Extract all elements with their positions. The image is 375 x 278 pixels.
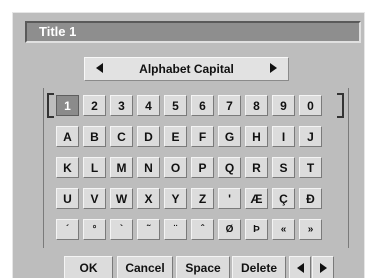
key-r4-c2[interactable]: V (83, 188, 106, 209)
key-r1-c8[interactable]: 8 (245, 95, 268, 116)
cancel-button[interactable]: Cancel (117, 256, 173, 278)
key-r3-c3[interactable]: M (110, 157, 133, 178)
delete-button-label: Delete (240, 260, 278, 275)
key-r1-c10[interactable]: 0 (299, 95, 322, 116)
key-r2-c5[interactable]: E (164, 126, 187, 147)
cursor-right-button[interactable] (312, 256, 334, 278)
key-r1-c9[interactable]: 9 (272, 95, 295, 116)
mode-next-icon[interactable] (270, 63, 277, 73)
key-r2-c2[interactable]: B (83, 126, 106, 147)
key-r5-c8[interactable]: Þ (245, 219, 268, 240)
key-r3-c5[interactable]: O (164, 157, 187, 178)
key-r2-c7[interactable]: G (218, 126, 241, 147)
key-r5-c3[interactable]: ` (110, 219, 133, 240)
title-input-value: Title 1 (39, 24, 77, 39)
key-r3-c1[interactable]: K (56, 157, 79, 178)
ok-button[interactable]: OK (64, 256, 113, 278)
key-r4-c8[interactable]: Æ (245, 188, 268, 209)
key-r5-c1[interactable]: ´ (56, 219, 79, 240)
key-r3-c2[interactable]: L (83, 157, 106, 178)
key-r2-c9[interactable]: I (272, 126, 295, 147)
key-r5-c7[interactable]: Ø (218, 219, 241, 240)
key-r2-c6[interactable]: F (191, 126, 214, 147)
key-r5-c9[interactable]: « (272, 219, 295, 240)
key-r1-c6[interactable]: 6 (191, 95, 214, 116)
key-r5-c5[interactable]: ¨ (164, 219, 187, 240)
key-r3-c7[interactable]: Q (218, 157, 241, 178)
key-r3-c9[interactable]: S (272, 157, 295, 178)
key-r4-c7[interactable]: ' (218, 188, 241, 209)
key-r4-c6[interactable]: Z (191, 188, 214, 209)
key-r1-c7[interactable]: 7 (218, 95, 241, 116)
space-button[interactable]: Space (176, 256, 230, 278)
cancel-button-label: Cancel (125, 260, 165, 275)
key-r4-c9[interactable]: Ç (272, 188, 295, 209)
key-r4-c5[interactable]: Y (164, 188, 187, 209)
selection-bracket-right (337, 93, 344, 118)
key-r3-c6[interactable]: P (191, 157, 214, 178)
selection-bracket-left (47, 93, 54, 118)
key-r4-c4[interactable]: X (137, 188, 160, 209)
title-input-field[interactable]: Title 1 (25, 21, 361, 43)
key-r3-c8[interactable]: R (245, 157, 268, 178)
key-r2-c3[interactable]: C (110, 126, 133, 147)
key-r4-c1[interactable]: U (56, 188, 79, 209)
key-r1-c4[interactable]: 4 (137, 95, 160, 116)
key-r5-c4[interactable]: ˜ (137, 219, 160, 240)
key-r4-c10[interactable]: Đ (299, 188, 322, 209)
cursor-right-icon (319, 262, 327, 273)
key-r1-c1[interactable]: 1 (56, 95, 79, 116)
key-r2-c8[interactable]: H (245, 126, 268, 147)
key-r3-c10[interactable]: T (299, 157, 322, 178)
key-r4-c3[interactable]: W (110, 188, 133, 209)
key-r2-c4[interactable]: D (137, 126, 160, 147)
cursor-left-button[interactable] (289, 256, 311, 278)
key-r1-c3[interactable]: 3 (110, 95, 133, 116)
key-r2-c10[interactable]: J (299, 126, 322, 147)
key-r5-c2[interactable]: ° (83, 219, 106, 240)
key-r5-c6[interactable]: ˆ (191, 219, 214, 240)
key-r1-c5[interactable]: 5 (164, 95, 187, 116)
delete-button[interactable]: Delete (232, 256, 286, 278)
cursor-left-icon (296, 262, 304, 273)
key-r5-c10[interactable]: » (299, 219, 322, 240)
key-r2-c1[interactable]: A (56, 126, 79, 147)
ok-button-label: OK (79, 260, 98, 275)
space-button-label: Space (185, 260, 221, 275)
key-r1-c2[interactable]: 2 (83, 95, 106, 116)
character-mode-label: Alphabet Capital (139, 62, 234, 76)
key-r3-c4[interactable]: N (137, 157, 160, 178)
character-mode-selector[interactable]: Alphabet Capital (84, 57, 289, 81)
